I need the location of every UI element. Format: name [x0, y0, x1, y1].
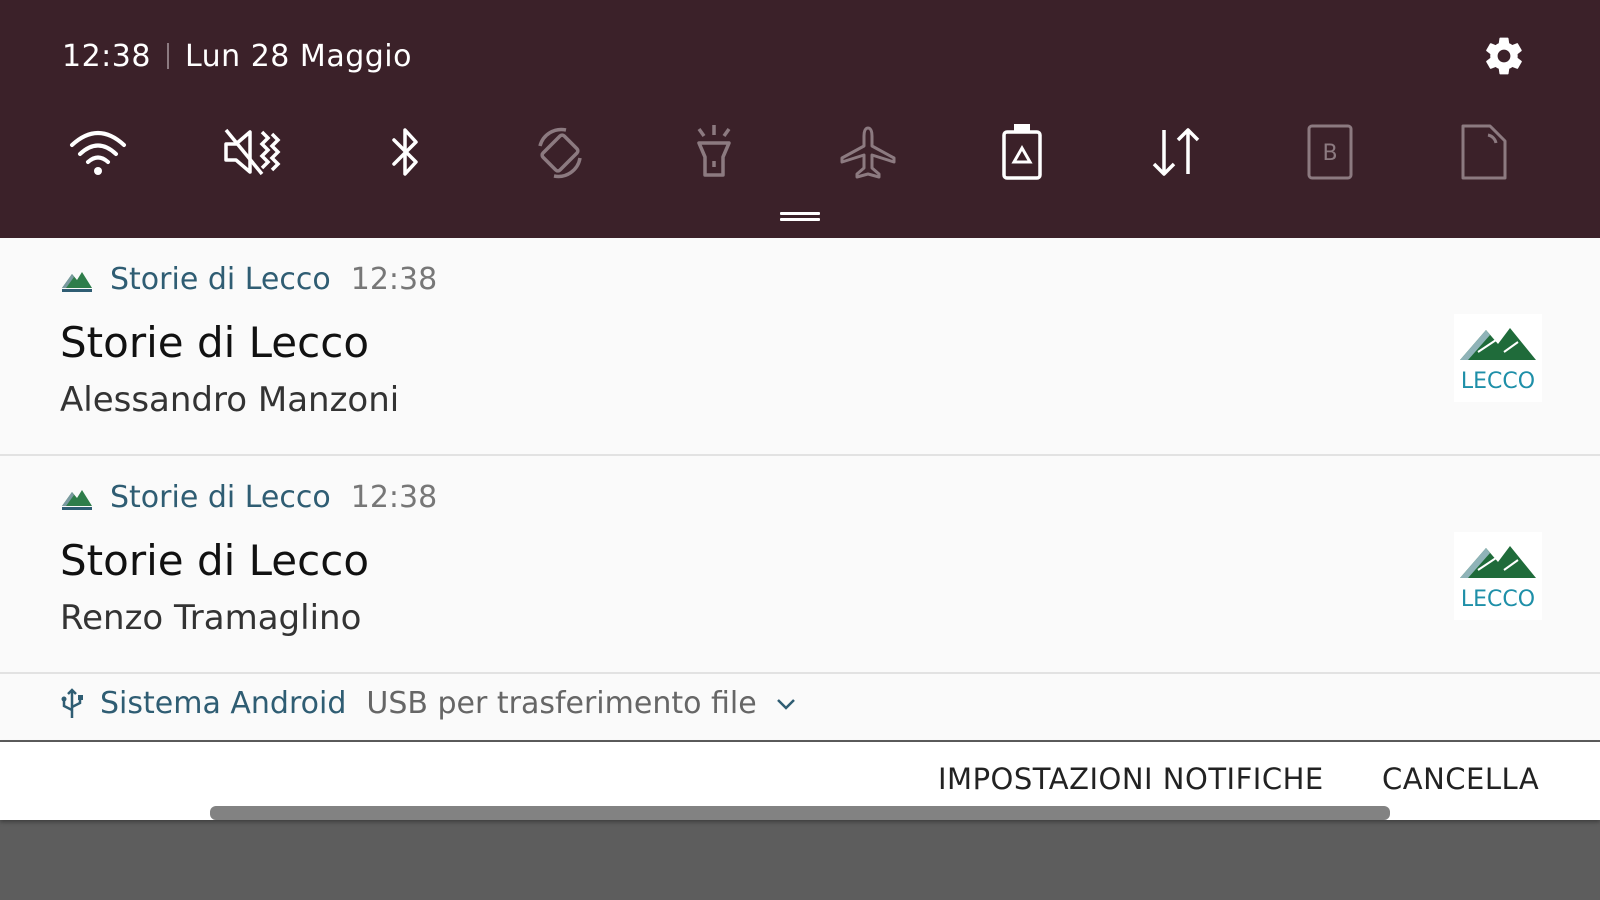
notification-large-icon: LECCO: [1454, 532, 1542, 620]
notification-large-icon: LECCO: [1454, 314, 1542, 402]
tile-flashlight[interactable]: [680, 118, 748, 186]
usb-icon: [61, 687, 83, 718]
tile-airplane[interactable]: [834, 118, 902, 186]
system-notification[interactable]: Sistema Android USB per trasferimento fi…: [0, 674, 1600, 740]
gear-icon: [1486, 37, 1522, 75]
app-name: Storie di Lecco: [110, 262, 331, 297]
panel-drag-handle[interactable]: [780, 212, 820, 222]
mountain-app-icon: [62, 271, 92, 292]
flashlight-icon: [697, 125, 731, 177]
background-app-content: [210, 806, 1390, 826]
system-notification-row: Sistema Android USB per trasferimento fi…: [60, 686, 797, 721]
obscured-text-shape: [210, 806, 1390, 820]
tile-mobile-data[interactable]: [1142, 118, 1210, 186]
svg-text:LECCO: LECCO: [1461, 587, 1535, 612]
date[interactable]: Lun 28 Maggio: [185, 39, 412, 74]
sound-muted-vibrate-icon: [224, 128, 281, 176]
lecco-logo-icon: LECCO: [1460, 546, 1536, 612]
tile-wifi[interactable]: [64, 118, 132, 186]
tile-sound[interactable]: [218, 118, 286, 186]
app-name: Storie di Lecco: [110, 480, 331, 515]
power-saving-icon: [1002, 124, 1042, 180]
mobile-data-icon: [1152, 128, 1200, 176]
mountain-app-icon: [62, 489, 92, 510]
notification-text: Alessandro Manzoni: [60, 380, 400, 420]
nfc-icon: [1461, 124, 1507, 180]
notification-settings-button[interactable]: IMPOSTAZIONI NOTIFICHE: [938, 762, 1324, 796]
notification-text: Renzo Tramaglino: [60, 598, 362, 638]
header-divider: [166, 43, 169, 69]
notification-card[interactable]: Storie di Lecco 12:38 Storie di Lecco Al…: [0, 238, 1600, 454]
wifi-icon: [70, 131, 126, 175]
lecco-logo-icon: LECCO: [1460, 328, 1536, 394]
tile-auto-rotate[interactable]: [526, 118, 594, 186]
notification-time: 12:38: [350, 480, 438, 515]
airplane-mode-icon: [840, 126, 896, 179]
bluetooth-icon: [392, 128, 418, 176]
notification-title: Storie di Lecco: [60, 318, 370, 367]
blue-light-filter-icon: B: [1307, 124, 1353, 180]
auto-rotate-icon: [538, 127, 582, 179]
tile-nfc[interactable]: [1450, 118, 1518, 186]
clear-all-button[interactable]: CANCELLA: [1382, 762, 1539, 796]
svg-text:B: B: [1322, 141, 1337, 166]
settings-button[interactable]: [1480, 32, 1528, 80]
quick-settings-panel: 12:38 Lun 28 Maggio B: [0, 0, 1600, 238]
notification-time: 12:38: [350, 262, 438, 297]
system-app-name: Sistema Android: [100, 686, 347, 721]
chevron-down-icon[interactable]: [775, 697, 797, 711]
status-header: 12:38 Lun 28 Maggio: [62, 36, 412, 76]
system-notification-text: USB per trasferimento file: [366, 686, 757, 721]
notification-card[interactable]: Storie di Lecco 12:38 Storie di Lecco Re…: [0, 456, 1600, 672]
tile-blue-light[interactable]: B: [1296, 118, 1364, 186]
svg-text:LECCO: LECCO: [1461, 369, 1535, 394]
clock[interactable]: 12:38: [62, 39, 151, 74]
notification-title: Storie di Lecco: [60, 536, 370, 585]
quick-settings-tiles: B: [64, 118, 1544, 186]
notification-header: Storie di Lecco 12:38: [60, 480, 437, 515]
tile-bluetooth[interactable]: [372, 118, 440, 186]
tile-power-saving[interactable]: [988, 118, 1056, 186]
notification-header: Storie di Lecco 12:38: [60, 262, 437, 297]
